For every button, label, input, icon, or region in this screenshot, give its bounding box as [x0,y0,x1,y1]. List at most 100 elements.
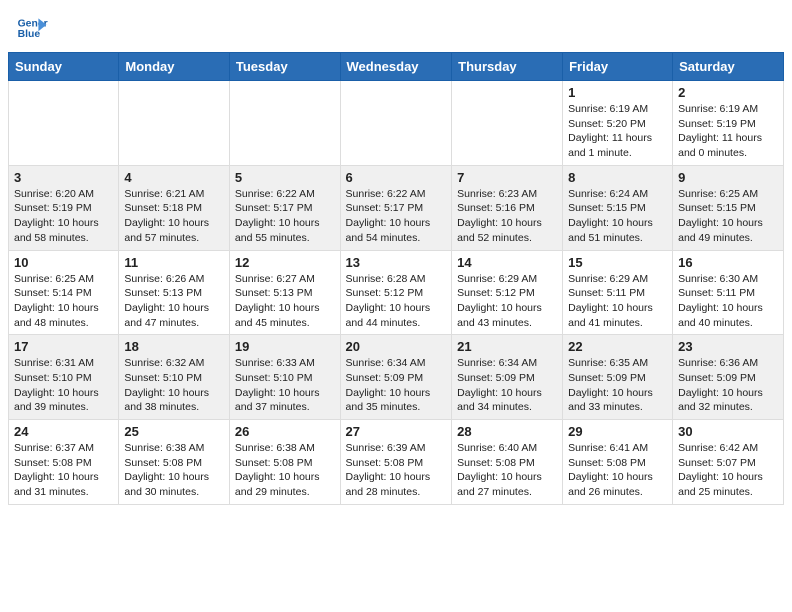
day-number: 2 [678,85,778,100]
day-info: Sunrise: 6:32 AM Sunset: 5:10 PM Dayligh… [124,356,224,415]
day-info: Sunrise: 6:25 AM Sunset: 5:15 PM Dayligh… [678,187,778,246]
day-of-week-header: Tuesday [229,53,340,81]
calendar-day-cell: 27 Sunrise: 6:39 AM Sunset: 5:08 PM Dayli… [340,420,452,505]
logo: General Blue [16,12,48,44]
calendar-day-cell [340,81,452,166]
day-of-week-header: Monday [119,53,230,81]
day-number: 9 [678,170,778,185]
calendar-week-row: 24 Sunrise: 6:37 AM Sunset: 5:08 PM Dayli… [9,420,784,505]
day-info: Sunrise: 6:27 AM Sunset: 5:13 PM Dayligh… [235,272,335,331]
calendar-day-cell: 14Sunrise: 6:29 AM Sunset: 5:12 PM Dayli… [452,250,563,335]
day-info: Sunrise: 6:23 AM Sunset: 5:16 PM Dayligh… [457,187,557,246]
day-number: 13 [346,255,447,270]
calendar-day-cell: 2 Sunrise: 6:19 AM Sunset: 5:19 PM Daylig… [673,81,784,166]
calendar-day-cell: 19Sunrise: 6:33 AM Sunset: 5:10 PM Dayli… [229,335,340,420]
calendar-day-cell: 3Sunrise: 6:20 AM Sunset: 5:19 PM Daylig… [9,165,119,250]
day-info: Sunrise: 6:26 AM Sunset: 5:13 PM Dayligh… [124,272,224,331]
day-info: Sunrise: 6:35 AM Sunset: 5:09 PM Dayligh… [568,356,667,415]
calendar-wrapper: SundayMondayTuesdayWednesdayThursdayFrid… [0,52,792,513]
day-info: Sunrise: 6:34 AM Sunset: 5:09 PM Dayligh… [457,356,557,415]
day-of-week-header: Sunday [9,53,119,81]
calendar-week-row: 3Sunrise: 6:20 AM Sunset: 5:19 PM Daylig… [9,165,784,250]
calendar-day-cell: 12 Sunrise: 6:27 AM Sunset: 5:13 PM Dayli… [229,250,340,335]
logo-icon: General Blue [16,12,48,44]
day-info: Sunrise: 6:34 AM Sunset: 5:09 PM Dayligh… [346,356,447,415]
calendar-day-cell: 1 Sunrise: 6:19 AM Sunset: 5:20 PM Daylig… [563,81,673,166]
day-number: 26 [235,424,335,439]
calendar-body: 1 Sunrise: 6:19 AM Sunset: 5:20 PM Daylig… [9,81,784,505]
calendar-day-cell [229,81,340,166]
day-number: 18 [124,339,224,354]
calendar-day-cell: 29 Sunrise: 6:41 AM Sunset: 5:08 PM Dayli… [563,420,673,505]
day-number: 28 [457,424,557,439]
day-number: 4 [124,170,224,185]
day-number: 8 [568,170,667,185]
calendar-day-cell: 8 Sunrise: 6:24 AM Sunset: 5:15 PM Daylig… [563,165,673,250]
calendar-header: SundayMondayTuesdayWednesdayThursdayFrid… [9,53,784,81]
day-number: 27 [346,424,447,439]
day-info: Sunrise: 6:28 AM Sunset: 5:12 PM Dayligh… [346,272,447,331]
day-of-week-header: Saturday [673,53,784,81]
day-number: 20 [346,339,447,354]
day-number: 12 [235,255,335,270]
calendar-day-cell [452,81,563,166]
day-info: Sunrise: 6:39 AM Sunset: 5:08 PM Dayligh… [346,441,447,500]
calendar-day-cell: 9 Sunrise: 6:25 AM Sunset: 5:15 PM Daylig… [673,165,784,250]
day-info: Sunrise: 6:40 AM Sunset: 5:08 PM Dayligh… [457,441,557,500]
day-info: Sunrise: 6:25 AM Sunset: 5:14 PM Dayligh… [14,272,113,331]
day-number: 11 [124,255,224,270]
calendar-day-cell: 22 Sunrise: 6:35 AM Sunset: 5:09 PM Dayli… [563,335,673,420]
calendar-day-cell: 15 Sunrise: 6:29 AM Sunset: 5:11 PM Dayli… [563,250,673,335]
calendar-day-cell: 20 Sunrise: 6:34 AM Sunset: 5:09 PM Dayli… [340,335,452,420]
day-info: Sunrise: 6:29 AM Sunset: 5:12 PM Dayligh… [457,272,557,331]
day-header-row: SundayMondayTuesdayWednesdayThursdayFrid… [9,53,784,81]
day-number: 29 [568,424,667,439]
day-number: 24 [14,424,113,439]
day-info: Sunrise: 6:21 AM Sunset: 5:18 PM Dayligh… [124,187,224,246]
day-info: Sunrise: 6:38 AM Sunset: 5:08 PM Dayligh… [124,441,224,500]
day-number: 25 [124,424,224,439]
calendar-day-cell: 7Sunrise: 6:23 AM Sunset: 5:16 PM Daylig… [452,165,563,250]
day-number: 22 [568,339,667,354]
calendar-day-cell: 13 Sunrise: 6:28 AM Sunset: 5:12 PM Dayli… [340,250,452,335]
day-info: Sunrise: 6:41 AM Sunset: 5:08 PM Dayligh… [568,441,667,500]
page-header: General Blue [0,0,792,52]
calendar-day-cell: 5 Sunrise: 6:22 AM Sunset: 5:17 PM Daylig… [229,165,340,250]
day-info: Sunrise: 6:37 AM Sunset: 5:08 PM Dayligh… [14,441,113,500]
day-number: 23 [678,339,778,354]
calendar-day-cell: 28 Sunrise: 6:40 AM Sunset: 5:08 PM Dayli… [452,420,563,505]
calendar-week-row: 1 Sunrise: 6:19 AM Sunset: 5:20 PM Daylig… [9,81,784,166]
day-info: Sunrise: 6:19 AM Sunset: 5:19 PM Dayligh… [678,102,778,161]
calendar-day-cell: 26 Sunrise: 6:38 AM Sunset: 5:08 PM Dayli… [229,420,340,505]
calendar-day-cell [9,81,119,166]
calendar-week-row: 10Sunrise: 6:25 AM Sunset: 5:14 PM Dayli… [9,250,784,335]
day-of-week-header: Friday [563,53,673,81]
day-number: 1 [568,85,667,100]
day-number: 3 [14,170,113,185]
calendar-day-cell: 24 Sunrise: 6:37 AM Sunset: 5:08 PM Dayli… [9,420,119,505]
calendar-day-cell: 11 Sunrise: 6:26 AM Sunset: 5:13 PM Dayli… [119,250,230,335]
calendar-day-cell: 18 Sunrise: 6:32 AM Sunset: 5:10 PM Dayli… [119,335,230,420]
calendar-table: SundayMondayTuesdayWednesdayThursdayFrid… [8,52,784,505]
day-info: Sunrise: 6:29 AM Sunset: 5:11 PM Dayligh… [568,272,667,331]
day-number: 16 [678,255,778,270]
day-number: 5 [235,170,335,185]
day-of-week-header: Wednesday [340,53,452,81]
day-number: 21 [457,339,557,354]
day-number: 6 [346,170,447,185]
calendar-day-cell: 4 Sunrise: 6:21 AM Sunset: 5:18 PM Daylig… [119,165,230,250]
day-number: 15 [568,255,667,270]
day-info: Sunrise: 6:31 AM Sunset: 5:10 PM Dayligh… [14,356,113,415]
calendar-day-cell: 16Sunrise: 6:30 AM Sunset: 5:11 PM Dayli… [673,250,784,335]
day-number: 19 [235,339,335,354]
calendar-day-cell: 17Sunrise: 6:31 AM Sunset: 5:10 PM Dayli… [9,335,119,420]
day-number: 30 [678,424,778,439]
calendar-day-cell [119,81,230,166]
day-info: Sunrise: 6:22 AM Sunset: 5:17 PM Dayligh… [235,187,335,246]
day-info: Sunrise: 6:24 AM Sunset: 5:15 PM Dayligh… [568,187,667,246]
day-info: Sunrise: 6:19 AM Sunset: 5:20 PM Dayligh… [568,102,667,161]
svg-text:Blue: Blue [18,29,41,40]
calendar-day-cell: 30Sunrise: 6:42 AM Sunset: 5:07 PM Dayli… [673,420,784,505]
day-info: Sunrise: 6:36 AM Sunset: 5:09 PM Dayligh… [678,356,778,415]
day-info: Sunrise: 6:38 AM Sunset: 5:08 PM Dayligh… [235,441,335,500]
